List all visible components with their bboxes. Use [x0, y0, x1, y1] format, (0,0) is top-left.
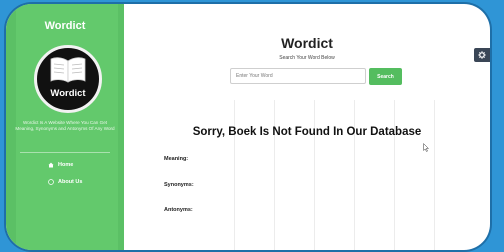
sidebar-item-home[interactable]: Home	[48, 162, 73, 168]
sidebar: Wordict Wordict Wordict Is A Website Whe…	[6, 4, 124, 250]
antonyms-label: Antonyms:	[164, 207, 193, 213]
info-icon	[48, 179, 54, 185]
logo-text: Wordict	[50, 88, 86, 99]
sidebar-item-label: Home	[58, 162, 74, 168]
book-icon	[50, 57, 86, 83]
sidebar-item-label: About Us	[58, 179, 83, 185]
site-description: Wordict Is A Website Where You Can Get M…	[15, 120, 115, 131]
search-button[interactable]: Search	[369, 68, 402, 85]
mouse-cursor-icon	[423, 143, 429, 152]
page-title: Wordict	[281, 35, 333, 51]
meaning-label: Meaning:	[164, 156, 189, 162]
settings-button[interactable]	[474, 48, 490, 62]
background-lines	[124, 100, 490, 250]
not-found-message: Sorry, Boek Is Not Found In Our Database	[192, 126, 422, 138]
app-window: Wordict Wordict Wordict Is A Website Whe…	[6, 4, 490, 250]
page-subtitle: Search Your Word Below	[279, 55, 335, 61]
sidebar-item-about-us[interactable]: About Us	[48, 179, 82, 185]
main-content: Wordict Search Your Word Below Search So…	[124, 4, 490, 250]
sidebar-divider	[20, 152, 110, 153]
synonyms-label: Synonyms:	[164, 182, 194, 188]
sidebar-brand-title: Wordict	[44, 20, 86, 32]
logo: Wordict	[34, 45, 102, 113]
home-icon	[48, 162, 54, 168]
search-input[interactable]	[230, 68, 366, 84]
gear-icon	[478, 51, 486, 59]
